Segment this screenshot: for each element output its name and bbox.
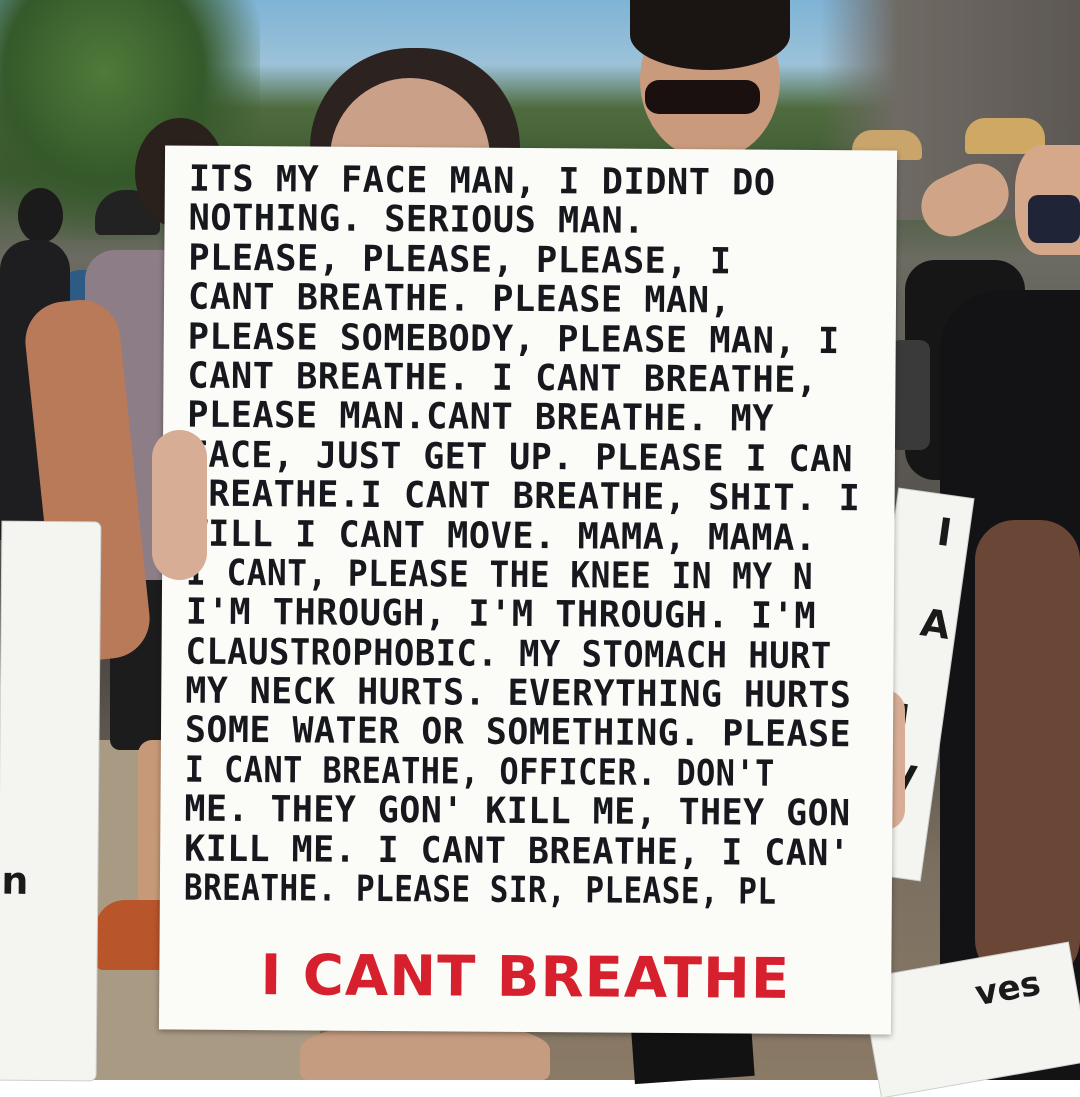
sign-line: PLEASE MAN.CANT BREATHE. MY — [187, 395, 775, 441]
sign-line: BREATHE.I CANT BREATHE, SHIT. I — [186, 474, 861, 519]
sign-holder-hand-left — [152, 430, 207, 580]
background-sign-left: n — [0, 521, 101, 1081]
sign-fragment: ves — [972, 963, 1044, 1015]
sign-line: I CANT BREATHE, OFFICER. DON'T KILL — [184, 750, 796, 795]
sign-headline: I CANT BREATHE — [260, 943, 791, 1012]
sign-line: BREATHE. PLEASE SIR, PLEASE, PLEASE. — [183, 868, 778, 913]
sign-line: PLEASE, PLEASE, PLEASE, I — [188, 238, 732, 283]
sign-line: KILL ME. I CANT BREATHE, I CAN'T — [184, 829, 851, 874]
sign-line: FACE, JUST GET UP. PLEASE I CANT — [186, 435, 854, 480]
sign-quote-lines: ITS MY FACE MAN, I DIDNT DO NOTHING. SER… — [184, 160, 877, 913]
curly-hair — [630, 0, 790, 70]
handwritten-protest-sign: ITS MY FACE MAN, I DIDNT DO NOTHING. SER… — [158, 145, 898, 1035]
sign-line: ME. THEY GON' KILL ME, THEY GON' — [184, 789, 852, 834]
sign-line: CLAUSTROPHOBIC. MY STOMACH HURTS, — [185, 632, 833, 677]
sign-line: I'M THROUGH, I'M THROUGH. I'M — [185, 592, 817, 638]
sign-line: ITS MY FACE MAN, I DIDNT DO — [188, 159, 776, 204]
sign-line: MY NECK HURTS. EVERYTHING HURTS. — [185, 671, 853, 716]
sign-fragment: A — [917, 600, 954, 648]
face-mask — [1028, 195, 1080, 243]
sign-fragment: I — [934, 509, 955, 556]
bystander-head — [18, 188, 63, 243]
sign-line: CANT BREATHE. I CANT BREATHE, — [187, 356, 818, 401]
sunglasses — [645, 80, 760, 114]
sign-line: SOME WATER OR SOMETHING. PLEASE. — [184, 711, 852, 756]
sign-line: NOTHING. SERIOUS MAN. — [188, 199, 646, 243]
sign-line: I CANT, PLEASE THE KNEE IN MY NECK — [185, 553, 814, 598]
foreground-man-arm — [975, 520, 1080, 980]
sign-line: CANT BREATHE. PLEASE MAN, — [187, 277, 732, 322]
sign-fragment: n — [1, 858, 29, 903]
sign-line: PLEASE SOMEBODY, PLEASE MAN, I — [187, 317, 840, 362]
bystander-legs — [890, 340, 930, 450]
sign-line: WILL I CANT MOVE. MAMA, MAMA. — [186, 514, 817, 559]
